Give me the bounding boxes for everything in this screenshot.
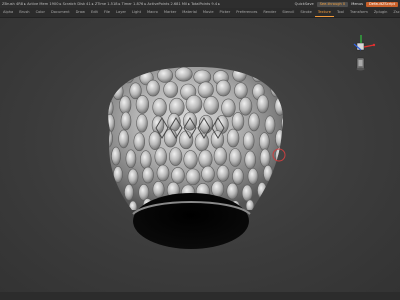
menu-item-file[interactable]: File [101,8,113,17]
menu-item-texture[interactable]: Texture [314,8,334,17]
sculpt-mesh[interactable] [103,66,291,249]
menu-item-tool[interactable]: Tool [334,8,347,17]
status-info: ZBrush 4R8 ▸ Active Mem 1900 ▸ Scratch D… [2,2,221,6]
menu-item-picker[interactable]: Picker [217,8,234,17]
menu-item-zplugin[interactable]: Zplugin [371,8,391,17]
menu-item-light[interactable]: Light [129,8,144,17]
menu-item-alpha[interactable]: Alpha [0,8,16,17]
titlebar-controls: QuickSave See-through 0 Menus DefaultZSc… [295,0,398,8]
menu-item-movie[interactable]: Movie [200,8,217,17]
menus-toggle[interactable]: Menus [351,0,363,8]
menu-item-marker[interactable]: Marker [161,8,179,17]
quicksave-button[interactable]: QuickSave [295,0,314,8]
default-zscript-button[interactable]: DefaultZScript [365,1,398,7]
bottom-bar [0,292,400,300]
menu-item-stencil[interactable]: Stencil [279,8,297,17]
menu-item-draw[interactable]: Draw [73,8,88,17]
menu-item-render[interactable]: Render [260,8,279,17]
menu-item-layer[interactable]: Layer [113,8,129,17]
axis-gizmo-icon[interactable] [353,35,376,71]
menu-item-stroke[interactable]: Stroke [297,8,314,17]
menu-item-macro[interactable]: Macro [144,8,161,17]
main-menu-bar: Alpha Brush Color Document Draw Edit File Layer… [0,8,400,18]
see-through-slider[interactable]: See-through 0 [316,1,349,7]
menu-item-preferences[interactable]: Preferences [233,8,260,17]
menu-item-material[interactable]: Material [179,8,200,17]
menu-item-color[interactable]: Color [33,8,48,17]
canvas-viewport[interactable] [0,18,400,292]
menu-item-edit[interactable]: Edit [88,8,101,17]
title-bar: ZBrush 4R8 ▸ Active Mem 1900 ▸ Scratch D… [0,0,400,8]
canvas-svg [103,35,376,249]
menu-item-transform[interactable]: Transform [347,8,371,17]
menu-item-zscript[interactable]: Zscript [390,8,400,17]
menu-item-brush[interactable]: Brush [16,8,32,17]
menu-item-document[interactable]: Document [48,8,73,17]
